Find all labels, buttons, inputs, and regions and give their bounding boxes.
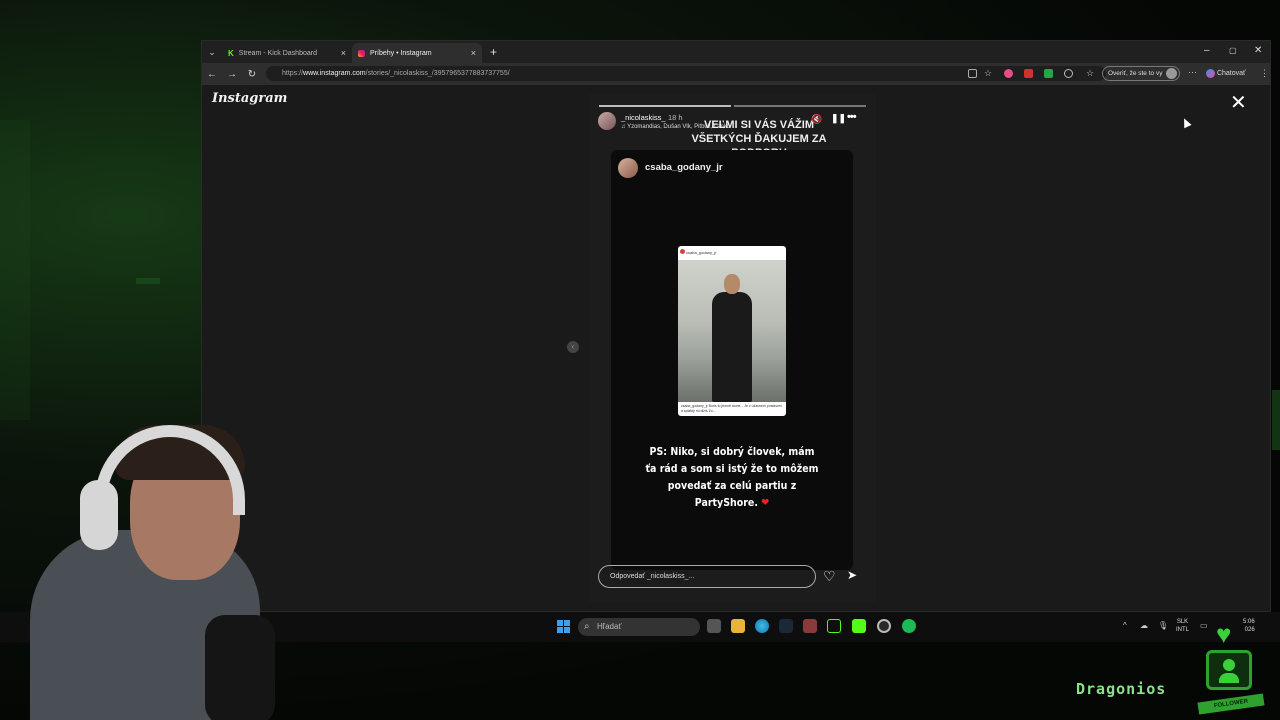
photo-person-head xyxy=(724,274,740,294)
taskbar-search[interactable]: Hľadať xyxy=(578,618,700,636)
verify-label: Overiť, že ste to vy xyxy=(1108,70,1163,77)
bg-light xyxy=(136,278,160,284)
follower-badge: ♥ FOLLOWER xyxy=(1192,620,1270,716)
lang-top: SLK xyxy=(1176,619,1189,625)
photo-person-body xyxy=(712,292,752,402)
url-host: www.instagram.com xyxy=(303,70,366,77)
browser-window: ⌄ K Stream - Kick Dashboard × Príbehy • … xyxy=(201,40,1271,612)
story-message-text: PS: Niko, si dobrý človek, mám ťa rád a … xyxy=(643,443,820,511)
close-story-icon[interactable]: ✕ xyxy=(1230,93,1247,113)
copilot-chat-button[interactable]: Chatovať xyxy=(1206,66,1246,81)
instagram-icon xyxy=(358,49,365,57)
copilot-icon xyxy=(1206,68,1215,78)
webcam-overlay xyxy=(0,420,290,720)
url-prefix: https:// xyxy=(282,70,304,77)
forward-arrow-icon[interactable]: → xyxy=(222,69,242,80)
tray-chevron-up-icon[interactable]: ^ xyxy=(1123,621,1127,630)
previous-story-arrow-icon[interactable]: ‹ xyxy=(567,341,579,353)
person-icon xyxy=(1223,659,1235,671)
pause-icon[interactable]: ❚❚ xyxy=(831,113,846,124)
close-tab-icon[interactable]: × xyxy=(471,48,476,58)
instagram-logo[interactable]: Instagram xyxy=(212,91,287,106)
story-message-body: PS: Niko, si dobrý človek, mám ťa rád a … xyxy=(645,445,819,509)
lang-bottom: INTL xyxy=(1176,627,1190,633)
story-progress-segment-2 xyxy=(734,105,866,107)
address-bar: ← → ↻ https://www.instagram.com/stories/… xyxy=(202,63,1270,85)
desktop-scene: ⌄ K Stream - Kick Dashboard × Príbehy • … xyxy=(0,0,1280,720)
tab-bar: ⌄ K Stream - Kick Dashboard × Príbehy • … xyxy=(202,41,1270,63)
tab-label: Príbehy • Instagram xyxy=(370,49,432,57)
heart-emoji-icon: ❤ xyxy=(761,496,770,509)
url-path: /stories/_nicolaskiss_/39579653778837377… xyxy=(365,70,510,77)
tab-kick-dashboard[interactable]: K Stream - Kick Dashboard × xyxy=(222,43,352,63)
story-username[interactable]: _nicolaskiss_ xyxy=(621,113,666,122)
tab-instagram[interactable]: Príbehy • Instagram × xyxy=(352,43,482,63)
bg-glow xyxy=(0,120,30,420)
favorites-icon[interactable]: ☆ xyxy=(1086,69,1095,78)
kick-app-icon[interactable] xyxy=(852,619,866,633)
heart-icon: ♥ xyxy=(1216,619,1232,649)
obs-icon[interactable] xyxy=(877,619,891,633)
reply-input[interactable]: Odpovedať _nicolaskiss_... xyxy=(598,565,816,588)
story-avatar[interactable] xyxy=(598,112,616,130)
spotify-icon[interactable] xyxy=(902,619,916,633)
more-menu-icon[interactable]: ··· xyxy=(1188,68,1200,78)
new-tab-plus-icon[interactable]: + xyxy=(482,45,505,59)
badge-screen xyxy=(1206,650,1252,690)
close-tab-icon[interactable]: × xyxy=(341,48,346,58)
kick-play-icon[interactable] xyxy=(827,619,841,633)
profile-avatar xyxy=(1166,68,1177,79)
person-body-icon xyxy=(1219,673,1239,683)
extensions-puzzle-icon[interactable] xyxy=(1064,69,1073,78)
steam-icon[interactable] xyxy=(779,619,793,633)
like-heart-icon[interactable]: ♡ xyxy=(823,568,836,585)
story-viewer: _nicolaskiss_ 18 h ♫ Yzomandias, Dušan V… xyxy=(589,93,876,603)
app-grid-icon[interactable] xyxy=(968,69,977,78)
streamer-name: Dragonios xyxy=(1076,680,1167,698)
kick-icon: K xyxy=(228,48,234,58)
tab-list-chevron-icon[interactable]: ⌄ xyxy=(202,47,222,58)
keyboard-language[interactable]: SLK INTL xyxy=(1176,618,1189,634)
tray-cloud-icon[interactable]: ☁ xyxy=(1140,621,1148,630)
headphone-earcup xyxy=(80,480,118,550)
maximize-icon[interactable]: ▢ xyxy=(1229,46,1237,55)
tab-label: Stream - Kick Dashboard xyxy=(238,49,317,57)
post-caption: csaba_godany_jr Boris to jemně dovie... … xyxy=(681,404,782,413)
favorite-star-icon[interactable]: ☆ xyxy=(984,69,993,78)
microphone-icon xyxy=(205,615,275,720)
bg-light-right xyxy=(1272,390,1280,450)
more-options-icon[interactable]: ••• xyxy=(847,111,857,123)
extension-shield-icon[interactable] xyxy=(1004,69,1013,78)
extension-green-icon[interactable] xyxy=(1044,69,1053,78)
windows-start-icon[interactable] xyxy=(557,620,570,633)
extension-red-icon[interactable] xyxy=(1024,69,1033,78)
chat-label: Chatovať xyxy=(1216,70,1246,77)
mouse-cursor-icon xyxy=(1180,116,1192,129)
back-arrow-icon[interactable]: ← xyxy=(202,69,222,80)
edge-browser-icon[interactable] xyxy=(755,619,769,633)
tray-mic-icon[interactable]: 🎙 xyxy=(1158,621,1168,630)
instagram-page: Instagram ✕ ‹ _nicolaskiss_ 18 h ♫ Yzoma… xyxy=(202,85,1270,611)
shared-username[interactable]: csaba_godany_jr xyxy=(645,162,723,173)
sidebar-more-icon[interactable]: ⋮ xyxy=(1260,69,1269,78)
reload-icon[interactable]: ↻ xyxy=(242,69,262,80)
mute-icon[interactable]: 🔇 xyxy=(811,114,822,125)
game-app-icon[interactable] xyxy=(803,619,817,633)
send-icon[interactable]: ➤ xyxy=(847,568,857,582)
story-progress-segment-1 xyxy=(599,105,731,107)
post-mini-username: csaba_godany_jr xyxy=(686,250,717,255)
minimize-icon[interactable]: – xyxy=(1204,45,1210,56)
post-mini-avatar xyxy=(680,249,685,254)
url-field[interactable]: https://www.instagram.com/stories/_nicol… xyxy=(266,66,1106,81)
post-photo xyxy=(678,260,786,402)
shared-story-card: csaba_godany_jr csaba_godany_jr csaba_go… xyxy=(611,150,853,570)
file-explorer-icon[interactable] xyxy=(731,619,745,633)
close-window-icon[interactable]: ✕ xyxy=(1254,45,1262,56)
task-view-icon[interactable] xyxy=(707,619,721,633)
shared-user-avatar[interactable] xyxy=(618,158,638,178)
verify-identity-button[interactable]: Overiť, že ste to vy xyxy=(1102,66,1180,81)
follower-label: FOLLOWER xyxy=(1197,693,1265,715)
shared-post-preview[interactable]: csaba_godany_jr csaba_godany_jr Boris to… xyxy=(678,246,786,416)
